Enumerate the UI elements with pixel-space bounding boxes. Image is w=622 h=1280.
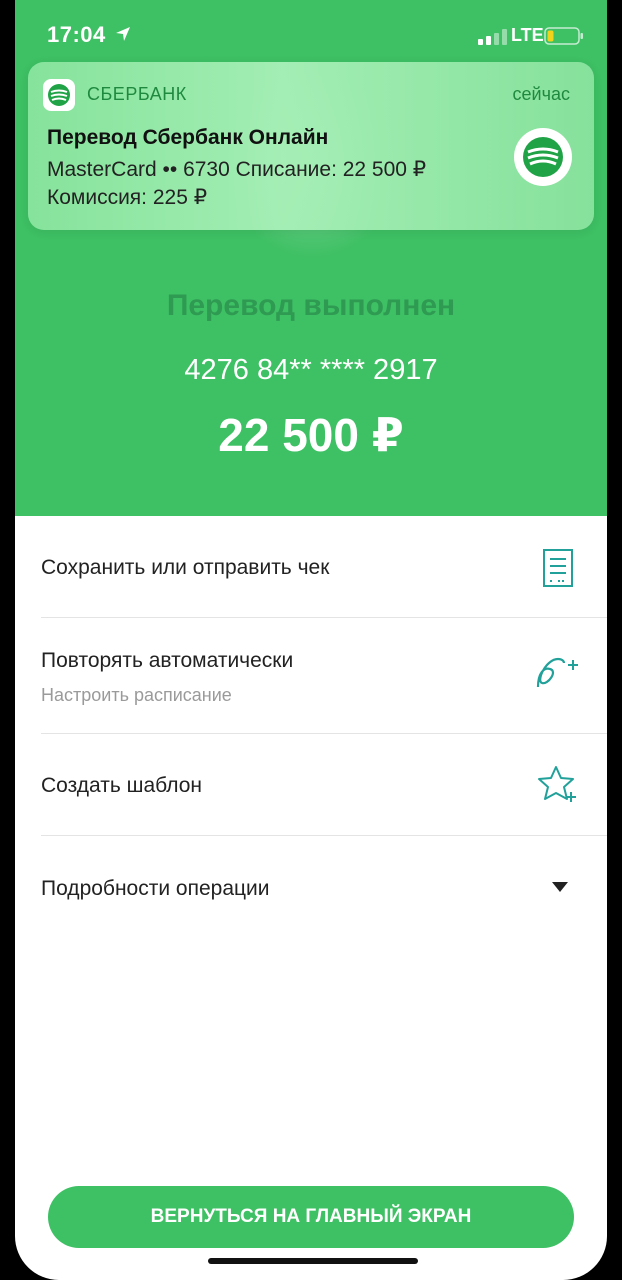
location-arrow-icon <box>116 27 130 41</box>
operation-details-row[interactable]: Подробности операции <box>15 836 607 938</box>
transfer-amount: 22 500 ₽ <box>218 409 404 461</box>
notification-time: сейчас <box>512 84 570 104</box>
return-home-button[interactable]: ВЕРНУТЬСЯ НА ГЛАВНЫЙ ЭКРАН <box>48 1186 574 1248</box>
push-notification[interactable]: СБЕРБАНК сейчас Перевод Сбербанк Онлайн … <box>28 62 594 230</box>
receipt-icon <box>543 549 573 587</box>
save-receipt-label: Сохранить или отправить чек <box>41 556 330 579</box>
battery-icon <box>544 27 583 45</box>
repeat-auto-label: Повторять автоматически <box>41 649 294 672</box>
repeat-auto-sublabel: Настроить расписание <box>41 685 232 705</box>
create-template-row[interactable]: Создать шаблон <box>15 734 607 836</box>
network-type: LTE <box>511 25 544 45</box>
row-divider <box>41 617 607 618</box>
recipient-card-number: 4276 84** **** 2917 <box>184 354 438 386</box>
home-indicator[interactable] <box>208 1258 418 1264</box>
caret-down-icon[interactable] <box>551 880 569 894</box>
notification-title: Перевод Сбербанк Онлайн <box>47 126 329 149</box>
create-template-label: Создать шаблон <box>41 774 203 797</box>
notification-body-line2: Комиссия: 225 ₽ <box>47 186 208 209</box>
save-receipt-row[interactable]: Сохранить или отправить чек <box>15 516 607 618</box>
phone-screen: 17:04 LTE СБЕРБАНК сейчас Перевод Сберба… <box>15 0 607 1280</box>
status-bar: 17:04 LTE <box>15 0 607 70</box>
star-plus-icon <box>538 766 576 802</box>
sberbank-logo-icon <box>514 128 572 186</box>
notification-app-name: СБЕРБАНК <box>87 84 187 104</box>
status-time: 17:04 <box>47 22 106 47</box>
operation-details-label: Подробности операции <box>41 877 270 900</box>
signal-bars-icon <box>478 29 507 45</box>
repeat-plus-icon <box>536 657 578 688</box>
repeat-auto-row[interactable]: Повторять автоматически Настроить распис… <box>15 619 607 734</box>
notification-body-line1: MasterCard •• 6730 Списание: 22 500 ₽ <box>47 158 427 181</box>
sberbank-app-icon <box>43 79 75 111</box>
transfer-status-title: Перевод выполнен <box>166 289 456 322</box>
